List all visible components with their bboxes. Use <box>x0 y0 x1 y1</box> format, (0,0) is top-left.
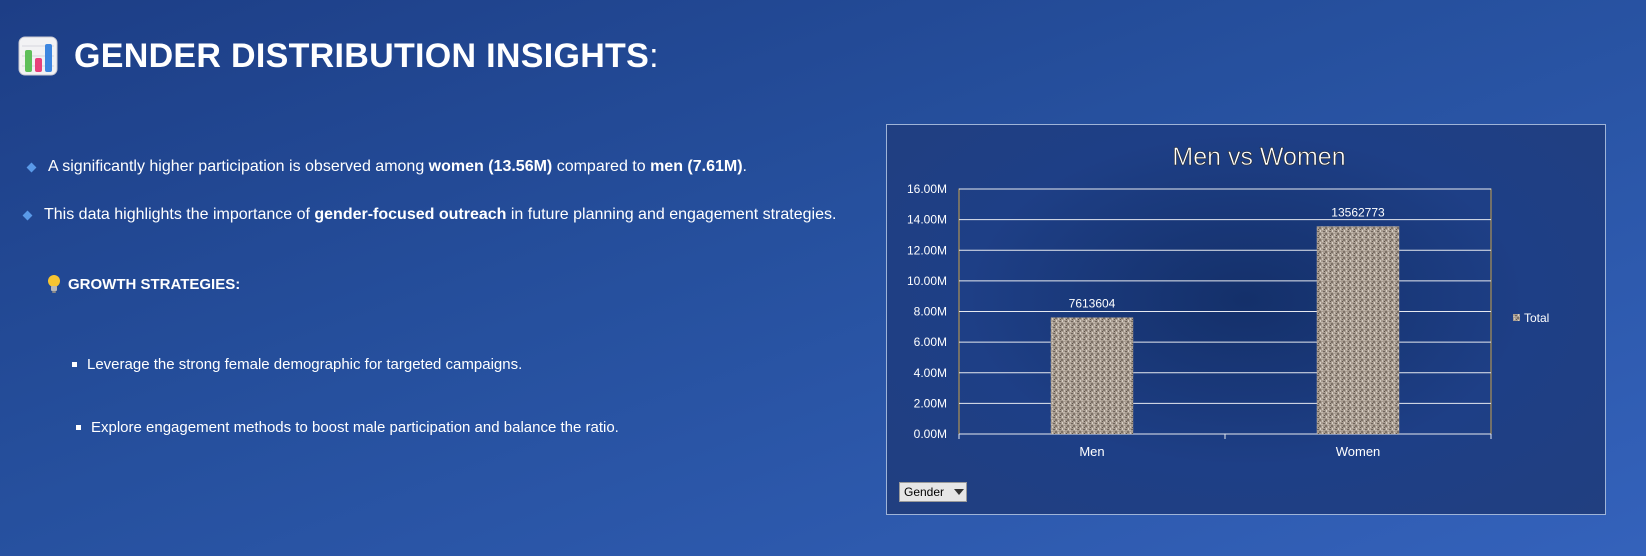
legend-label-total: Total <box>1524 311 1549 325</box>
page-title: GENDER DISTRIBUTION INSIGHTS: <box>74 36 659 75</box>
chart-svg: Men vs Women 0.00M 2.00M 4.00M 6.00M 8.00M 10… <box>907 143 1549 459</box>
strategy-item-2: Explore engagement methods to boost male… <box>76 419 619 436</box>
bar-chart-icon <box>18 36 58 76</box>
y-tick-label: 2.00M <box>914 396 947 410</box>
growth-strategies-heading: GROWTH STRATEGIES: <box>46 274 240 294</box>
y-tick-label: 12.00M <box>907 243 947 257</box>
data-label: 7613604 <box>1069 296 1116 310</box>
y-tick-label: 0.00M <box>914 427 947 441</box>
y-tick-label: 8.00M <box>914 305 947 319</box>
gender-field-button[interactable]: Gender <box>899 482 967 502</box>
y-tick-label: 14.00M <box>907 213 947 227</box>
y-tick-label: 10.00M <box>907 274 947 288</box>
strategy-item-1: Leverage the strong female demographic f… <box>72 356 522 373</box>
x-tick-label: Men <box>1079 444 1104 459</box>
legend-swatch <box>1513 314 1520 321</box>
chart-title: Men vs Women <box>1172 143 1345 171</box>
dropdown-arrow-icon <box>954 489 965 495</box>
insight-text-2: This data highlights the importance of g… <box>44 206 837 223</box>
y-tick-label: 4.00M <box>914 366 947 380</box>
square-bullet-icon <box>72 362 77 367</box>
y-tick-label: 16.00M <box>907 182 947 196</box>
bar-men <box>1050 317 1134 434</box>
y-tick-label: 6.00M <box>914 335 947 349</box>
chart-legend: Total <box>1513 311 1549 325</box>
square-bullet-icon <box>76 425 81 430</box>
x-tick-label: Women <box>1336 444 1381 459</box>
diamond-bullet-icon <box>26 162 37 172</box>
lightbulb-icon <box>48 275 60 293</box>
insight-bullet-2: This data highlights the importance of g… <box>22 206 837 224</box>
insight-text-1: A significantly higher participation is … <box>48 158 747 175</box>
bar-women <box>1316 226 1400 434</box>
page-title-row: GENDER DISTRIBUTION INSIGHTS: <box>18 36 659 76</box>
data-label: 13562773 <box>1331 205 1385 219</box>
insight-bullet-1: A significantly higher participation is … <box>26 158 747 176</box>
diamond-bullet-icon <box>22 210 33 220</box>
gender-chart: Men vs Women 0.00M 2.00M 4.00M 6.00M 8.00M 10… <box>886 124 1606 515</box>
